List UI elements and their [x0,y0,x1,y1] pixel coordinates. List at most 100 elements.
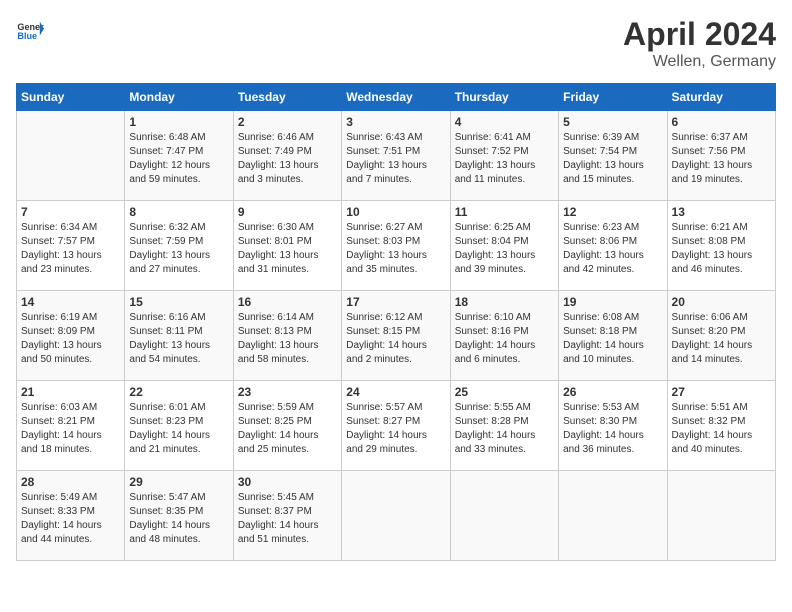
cell-info: Sunrise: 5:53 AM Sunset: 8:30 PM Dayligh… [563,401,662,457]
header-monday: Monday [125,84,233,111]
cell-info: Sunrise: 6:39 AM Sunset: 7:54 PM Dayligh… [563,131,662,187]
calendar-cell: 19 Sunrise: 6:08 AM Sunset: 8:18 PM Dayli… [559,291,667,381]
header-thursday: Thursday [450,84,558,111]
title-area: April 2024 Wellen, Germany [623,16,776,71]
calendar-cell: 6 Sunrise: 6:37 AM Sunset: 7:56 PM Daylig… [667,111,775,201]
day-number: 12 [563,205,662,219]
calendar-cell: 23 Sunrise: 5:59 AM Sunset: 8:25 PM Dayli… [233,381,341,471]
day-number: 17 [346,295,445,309]
calendar-cell: 10 Sunrise: 6:27 AM Sunset: 8:03 PM Dayli… [342,201,450,291]
calendar-cell: 7 Sunrise: 6:34 AM Sunset: 7:57 PM Daylig… [17,201,125,291]
location-title: Wellen, Germany [623,53,776,71]
day-number: 15 [129,295,228,309]
day-number: 7 [21,205,120,219]
day-number: 2 [238,115,337,129]
calendar-cell: 1Sunrise: 6:48 AM Sunset: 7:47 PM Daylig… [125,111,233,201]
cell-info: Sunrise: 5:59 AM Sunset: 8:25 PM Dayligh… [238,401,337,457]
week-row-3: 21 Sunrise: 6:03 AM Sunset: 8:21 PM Dayli… [17,381,776,471]
day-number: 6 [672,115,771,129]
calendar-cell: 20 Sunrise: 6:06 AM Sunset: 8:20 PM Dayli… [667,291,775,381]
calendar-cell: 17 Sunrise: 6:12 AM Sunset: 8:15 PM Dayli… [342,291,450,381]
calendar-cell [450,471,558,561]
header-saturday: Saturday [667,84,775,111]
cell-info: Sunrise: 6:37 AM Sunset: 7:56 PM Dayligh… [672,131,771,187]
cell-info: Sunrise: 6:01 AM Sunset: 8:23 PM Dayligh… [129,401,228,457]
calendar-cell: 12 Sunrise: 6:23 AM Sunset: 8:06 PM Dayli… [559,201,667,291]
calendar-cell [17,111,125,201]
calendar-cell: 13 Sunrise: 6:21 AM Sunset: 8:08 PM Dayli… [667,201,775,291]
day-number: 19 [563,295,662,309]
cell-info: Sunrise: 5:49 AM Sunset: 8:33 PM Dayligh… [21,491,120,547]
cell-info: Sunrise: 6:34 AM Sunset: 7:57 PM Dayligh… [21,221,120,277]
day-number: 9 [238,205,337,219]
cell-info: Sunrise: 5:55 AM Sunset: 8:28 PM Dayligh… [455,401,554,457]
cell-info: Sunrise: 6:21 AM Sunset: 8:08 PM Dayligh… [672,221,771,277]
cell-info: Sunrise: 5:57 AM Sunset: 8:27 PM Dayligh… [346,401,445,457]
day-number: 21 [21,385,120,399]
cell-info: Sunrise: 6:12 AM Sunset: 8:15 PM Dayligh… [346,311,445,367]
day-number: 25 [455,385,554,399]
week-row-4: 28 Sunrise: 5:49 AM Sunset: 8:33 PM Dayli… [17,471,776,561]
day-number: 24 [346,385,445,399]
calendar-cell: 24 Sunrise: 5:57 AM Sunset: 8:27 PM Dayli… [342,381,450,471]
calendar-cell: 11Sunrise: 6:25 AM Sunset: 8:04 PM Dayli… [450,201,558,291]
calendar-cell: 2Sunrise: 6:46 AM Sunset: 7:49 PM Daylig… [233,111,341,201]
day-number: 13 [672,205,771,219]
header-sunday: Sunday [17,84,125,111]
calendar-cell: 26 Sunrise: 5:53 AM Sunset: 8:30 PM Dayli… [559,381,667,471]
day-number: 3 [346,115,445,129]
cell-info: Sunrise: 6:03 AM Sunset: 8:21 PM Dayligh… [21,401,120,457]
calendar-cell [559,471,667,561]
week-row-1: 7 Sunrise: 6:34 AM Sunset: 7:57 PM Daylig… [17,201,776,291]
calendar-cell [667,471,775,561]
calendar-cell: 9 Sunrise: 6:30 AM Sunset: 8:01 PM Daylig… [233,201,341,291]
day-number: 10 [346,205,445,219]
day-number: 27 [672,385,771,399]
week-row-2: 14Sunrise: 6:19 AM Sunset: 8:09 PM Dayli… [17,291,776,381]
svg-text:Blue: Blue [17,31,37,41]
calendar-cell: 15Sunrise: 6:16 AM Sunset: 8:11 PM Dayli… [125,291,233,381]
cell-info: Sunrise: 6:06 AM Sunset: 8:20 PM Dayligh… [672,311,771,367]
cell-info: Sunrise: 6:41 AM Sunset: 7:52 PM Dayligh… [455,131,554,187]
day-number: 23 [238,385,337,399]
day-number: 16 [238,295,337,309]
calendar-cell: 8Sunrise: 6:32 AM Sunset: 7:59 PM Daylig… [125,201,233,291]
header-wednesday: Wednesday [342,84,450,111]
week-row-0: 1Sunrise: 6:48 AM Sunset: 7:47 PM Daylig… [17,111,776,201]
calendar-cell: 30 Sunrise: 5:45 AM Sunset: 8:37 PM Dayli… [233,471,341,561]
calendar-cell: 25 Sunrise: 5:55 AM Sunset: 8:28 PM Dayli… [450,381,558,471]
header-tuesday: Tuesday [233,84,341,111]
day-number: 4 [455,115,554,129]
logo-icon: General Blue [16,16,44,44]
calendar-cell: 14Sunrise: 6:19 AM Sunset: 8:09 PM Dayli… [17,291,125,381]
logo: General Blue [16,16,44,44]
day-number: 26 [563,385,662,399]
cell-info: Sunrise: 6:30 AM Sunset: 8:01 PM Dayligh… [238,221,337,277]
calendar-cell: 27Sunrise: 5:51 AM Sunset: 8:32 PM Dayli… [667,381,775,471]
day-number: 30 [238,475,337,489]
header-friday: Friday [559,84,667,111]
cell-info: Sunrise: 5:45 AM Sunset: 8:37 PM Dayligh… [238,491,337,547]
day-number: 28 [21,475,120,489]
cell-info: Sunrise: 6:08 AM Sunset: 8:18 PM Dayligh… [563,311,662,367]
cell-info: Sunrise: 6:10 AM Sunset: 8:16 PM Dayligh… [455,311,554,367]
cell-info: Sunrise: 6:25 AM Sunset: 8:04 PM Dayligh… [455,221,554,277]
calendar-cell: 22 Sunrise: 6:01 AM Sunset: 8:23 PM Dayli… [125,381,233,471]
cell-info: Sunrise: 6:14 AM Sunset: 8:13 PM Dayligh… [238,311,337,367]
day-number: 29 [129,475,228,489]
calendar-header-row: SundayMondayTuesdayWednesdayThursdayFrid… [17,84,776,111]
calendar-table: SundayMondayTuesdayWednesdayThursdayFrid… [16,83,776,561]
cell-info: Sunrise: 5:47 AM Sunset: 8:35 PM Dayligh… [129,491,228,547]
month-title: April 2024 [623,16,776,53]
cell-info: Sunrise: 6:27 AM Sunset: 8:03 PM Dayligh… [346,221,445,277]
cell-info: Sunrise: 6:19 AM Sunset: 8:09 PM Dayligh… [21,311,120,367]
page-header: General Blue April 2024 Wellen, Germany [16,16,776,71]
day-number: 22 [129,385,228,399]
calendar-cell: 5Sunrise: 6:39 AM Sunset: 7:54 PM Daylig… [559,111,667,201]
calendar-cell: 21 Sunrise: 6:03 AM Sunset: 8:21 PM Dayli… [17,381,125,471]
calendar-cell: 4 Sunrise: 6:41 AM Sunset: 7:52 PM Daylig… [450,111,558,201]
cell-info: Sunrise: 6:23 AM Sunset: 8:06 PM Dayligh… [563,221,662,277]
day-number: 1 [129,115,228,129]
calendar-cell: 18Sunrise: 6:10 AM Sunset: 8:16 PM Dayli… [450,291,558,381]
day-number: 20 [672,295,771,309]
